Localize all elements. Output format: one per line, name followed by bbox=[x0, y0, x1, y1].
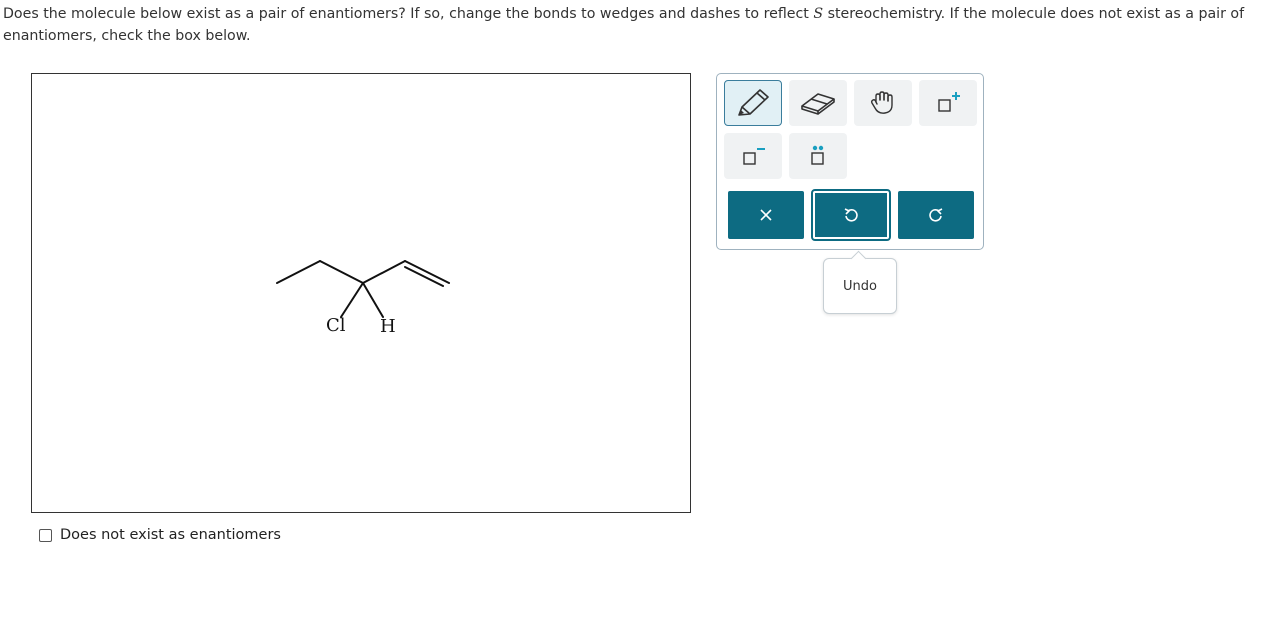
clear-button[interactable] bbox=[728, 191, 804, 239]
eraser-icon bbox=[801, 93, 835, 115]
question-text-before: Does the molecule below exist as a pair … bbox=[3, 6, 814, 22]
undo-icon bbox=[844, 208, 858, 222]
pencil-tool[interactable] bbox=[724, 80, 782, 126]
bond-c4-c5-a[interactable] bbox=[404, 260, 450, 284]
drawing-toolbar bbox=[716, 73, 984, 250]
pencil-icon bbox=[738, 89, 769, 116]
hand-icon bbox=[870, 91, 893, 114]
bond-c1-c2[interactable] bbox=[276, 260, 321, 284]
stereo-letter: S bbox=[813, 6, 824, 22]
undo-button[interactable] bbox=[811, 189, 891, 241]
undo-tooltip: Undo bbox=[823, 250, 897, 314]
not-enantiomers-checkbox[interactable] bbox=[39, 528, 52, 542]
eraser-tool[interactable] bbox=[789, 80, 847, 126]
redo-button[interactable] bbox=[898, 191, 974, 239]
tooltip-arrow bbox=[850, 250, 867, 267]
checkbox-label[interactable]: Does not exist as enantiomers bbox=[60, 527, 281, 543]
bond-c3-h[interactable] bbox=[362, 282, 384, 318]
plus-charge-icon bbox=[938, 92, 960, 112]
close-icon bbox=[760, 209, 772, 221]
lone-pair-tool[interactable] bbox=[789, 133, 847, 179]
lone-pair-icon bbox=[811, 145, 824, 165]
negative-charge-tool[interactable] bbox=[724, 133, 782, 179]
hand-tool[interactable] bbox=[854, 80, 912, 126]
tooltip-label: Undo bbox=[843, 278, 877, 294]
atom-hydrogen[interactable]: H bbox=[380, 317, 396, 337]
enantiomer-check-row[interactable]: Does not exist as enantiomers bbox=[39, 527, 281, 543]
bond-c3-cl[interactable] bbox=[340, 282, 364, 318]
redo-icon bbox=[929, 208, 943, 222]
bond-c2-c3[interactable] bbox=[319, 260, 364, 284]
positive-charge-tool[interactable] bbox=[919, 80, 977, 126]
minus-charge-icon bbox=[743, 148, 765, 165]
atom-chlorine[interactable]: Cl bbox=[326, 316, 346, 336]
bond-c3-c4[interactable] bbox=[362, 260, 406, 284]
drawing-canvas[interactable]: Cl H bbox=[31, 73, 691, 513]
molecule-drawing bbox=[276, 260, 450, 318]
question-text: Does the molecule below exist as a pair … bbox=[3, 3, 1268, 47]
